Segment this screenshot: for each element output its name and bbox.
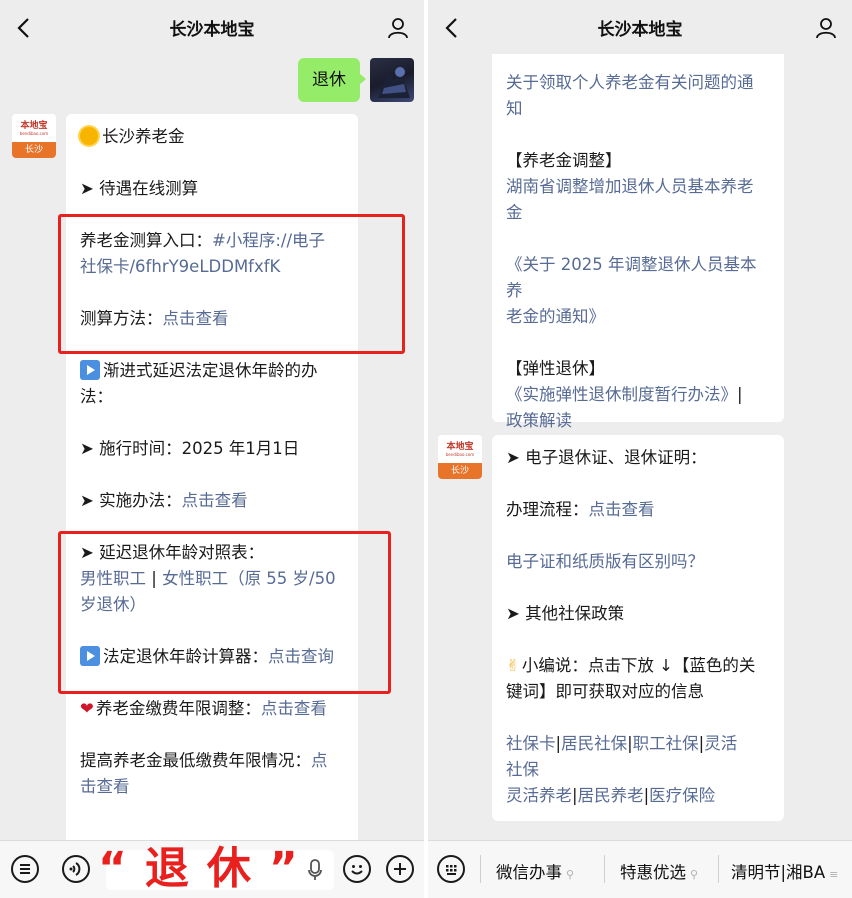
link-icon: ⚲ [690, 868, 699, 881]
section-heading: 【养老金调整】 [506, 151, 622, 170]
chat-title: 长沙本地宝 [597, 20, 683, 40]
min-years-link[interactable]: 点 [311, 751, 328, 770]
menu-item[interactable]: 清明节|湘BA ≡ [731, 859, 838, 883]
user-message-bubble[interactable]: 退休 [298, 58, 366, 102]
keyword-link[interactable]: 社保卡 [506, 734, 556, 753]
message-line: 渐进式延迟法定退休年龄的办 [80, 358, 344, 384]
keyword-link[interactable]: 社保 [506, 757, 770, 783]
male-worker-link[interactable]: 男性职工 [80, 569, 146, 588]
keyword-line: 社保卡|居民社保|职工社保|灵活 [506, 734, 738, 753]
sun-icon [80, 127, 98, 145]
contribution-years-link[interactable]: 点击查看 [261, 699, 327, 718]
account-avatar[interactable]: 本地宝 bendibao.com 长沙 [438, 435, 482, 479]
avatar-brand: 本地宝 [446, 441, 474, 452]
age-calculator-link[interactable]: 点击查询 [268, 647, 334, 666]
nav-bar: 长沙本地宝 [0, 0, 424, 56]
reply-bubble-2: ➤ 电子退休证、退休证明： 办理流程：点击查看 电子证和纸质版有区别吗？ ➤ 其… [492, 435, 784, 821]
avatar-brand: 本地宝 [20, 120, 48, 131]
keyword-line: 灵活养老|居民养老|医疗保险 [506, 786, 716, 805]
heart-icon: ❤ [80, 699, 94, 718]
menu-list-icon[interactable] [11, 855, 39, 883]
account-avatar[interactable]: 本地宝 bendibao.com 长沙 [12, 114, 56, 158]
miniprogram-link[interactable]: #小程序://电子 [212, 231, 325, 250]
message-line: ➤ 电子退休证、退休证明： [506, 448, 707, 467]
more-icon: ≡ [829, 868, 839, 881]
pension-notice-link-cont[interactable]: 知 [506, 96, 770, 122]
nav-bar: 长沙本地宝 [428, 0, 852, 56]
process-link[interactable]: 点击查看 [589, 500, 655, 519]
female-worker-link[interactable]: 女性职工（原 55 岁/50 [162, 569, 336, 588]
menu-divider [480, 855, 481, 883]
flexible-retire-link[interactable]: 《实施弹性退休制度暂行办法》 [506, 385, 737, 404]
message-line: 键词】即可获取对应的信息 [506, 682, 704, 701]
avatar-sub: bendibao.com [19, 130, 49, 136]
keyword-link[interactable]: 职工社保 [633, 734, 699, 753]
adjust-2025-link[interactable]: 《关于 2025 年调整退休人员基本养 [506, 252, 770, 304]
profile-icon[interactable] [814, 16, 838, 40]
menu-item[interactable]: 微信办事 ⚲ [496, 859, 574, 883]
message-line: ➤ 施行时间：2025 年1月1日 [80, 439, 300, 458]
reply-bubble: 长沙养老金 ➤ 待遇在线测算 养老金测算入口：#小程序://电子 社保卡/6fh… [66, 114, 358, 844]
avatar-city: 长沙 [438, 463, 482, 479]
message-line: ❤ 养老金缴费年限调整：点击查看 [80, 699, 327, 718]
message-line: ➤ 实施办法：点击查看 [80, 491, 248, 510]
profile-icon[interactable] [386, 16, 410, 40]
play-icon [80, 646, 100, 666]
keyword-link[interactable]: 居民养老 [578, 786, 644, 805]
miniprogram-link-cont[interactable]: 社保卡/6fhrY9eLDDMfxfK [80, 254, 344, 280]
message-line: ➤ 延迟退休年龄对照表： [80, 543, 265, 562]
adjust-2025-link-cont[interactable]: 老金的通知》 [506, 304, 770, 330]
avatar-city: 长沙 [12, 142, 56, 158]
user-avatar[interactable] [370, 58, 414, 102]
menu-divider [604, 855, 605, 883]
hunan-adjust-link[interactable]: 湖南省调整增加退休人员基本养老 [506, 174, 770, 200]
keyboard-icon[interactable] [437, 855, 465, 883]
chat-window-right: 长沙本地宝 关于领取个人养老金有关问题的通 知 【养老金调整】 湖南省调整增加退… [428, 0, 852, 898]
keyword-link[interactable]: 灵活 [704, 734, 737, 753]
link-icon: ⚲ [566, 868, 575, 881]
ecert-diff-link[interactable]: 电子证和纸质版有区别吗？ [506, 549, 770, 575]
chat-title: 长沙本地宝 [169, 20, 255, 40]
chat-window-left: 长沙本地宝 退休 本地宝 bendibao.com 长沙 长沙养老金 ➤ 待遇在线… [0, 0, 424, 898]
menu-divider [718, 855, 719, 883]
section-heading: 【弹性退休】 [506, 359, 605, 378]
message-line: 提高养老金最低缴费年限情况：点 [80, 751, 328, 770]
voice-icon[interactable] [62, 855, 90, 883]
implementation-link[interactable]: 点击查看 [182, 491, 248, 510]
min-years-link-cont[interactable]: 击查看 [80, 774, 344, 800]
keyword-overlay: “退休” [98, 843, 316, 894]
message-line: 养老金测算入口：#小程序://电子 [80, 231, 326, 250]
message-line: 测算方法：点击查看 [80, 309, 229, 328]
hunan-adjust-link-cont[interactable]: 金 [506, 200, 770, 226]
keyword-link[interactable]: 灵活养老 [506, 786, 572, 805]
female-worker-link-cont[interactable]: 岁退休） [80, 592, 344, 618]
keyword-link[interactable]: 医疗保险 [649, 786, 715, 805]
message-line: 法定退休年龄计算器：点击查询 [80, 644, 344, 670]
message-line: 法： [80, 387, 113, 406]
message-line: 长沙养老金 [80, 124, 344, 150]
play-icon [80, 360, 100, 380]
message-line: 男性职工 | 女性职工（原 55 岁/50 [80, 569, 336, 588]
emoji-icon[interactable] [343, 855, 371, 883]
victory-hand-icon: ✌ [506, 656, 520, 675]
keyword-link[interactable]: 居民社保 [561, 734, 627, 753]
message-line: ➤ 其他社保政策 [506, 604, 625, 623]
calc-method-link[interactable]: 点击查看 [163, 309, 229, 328]
menu-item[interactable]: 特惠优选 ⚲ [620, 859, 698, 883]
plus-icon[interactable] [386, 855, 414, 883]
pension-notice-link[interactable]: 关于领取个人养老金有关问题的通 [506, 70, 770, 96]
avatar-sub: bendibao.com [445, 451, 475, 457]
policy-interpret-link[interactable]: 政策解读 [506, 408, 770, 434]
message-line: ✌ 小编说：点击下放 ↓【蓝色的关 [506, 656, 756, 675]
message-line: ➤ 待遇在线测算 [80, 179, 199, 198]
message-line: 《实施弹性退休制度暂行办法》| [506, 385, 743, 404]
account-menu-bar: 微信办事 ⚲ 特惠优选 ⚲ 清明节|湘BA ≡ [428, 840, 852, 898]
reply-bubble-continued: 关于领取个人养老金有关问题的通 知 【养老金调整】 湖南省调整增加退休人员基本养… [492, 54, 784, 430]
message-line: 办理流程：点击查看 [506, 500, 655, 519]
